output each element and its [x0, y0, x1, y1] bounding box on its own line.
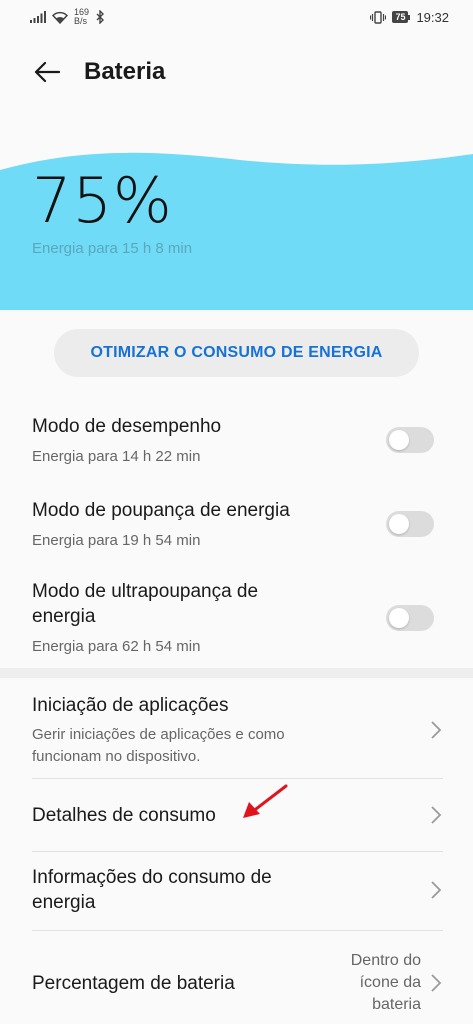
chevron-right-icon [431, 881, 442, 899]
performance-mode-row[interactable]: Modo de desempenho Energia para 14 h 22 … [0, 400, 473, 484]
page-title: Bateria [84, 58, 166, 85]
energy-consumption-info-title-line2: energia [32, 892, 96, 913]
energy-consumption-info-row[interactable]: Informações do consumo de energia [0, 852, 473, 930]
network-speed: 169 B/s [74, 8, 89, 26]
energy-consumption-info-title-line1: Informações do consumo de [32, 867, 272, 888]
ultra-power-saving-title-line1: Modo de ultrapoupança de [32, 581, 259, 602]
app-launch-subtitle: Gerir iniciações de aplicações e como fu… [32, 724, 285, 768]
ultra-power-saving-mode-subtitle: Energia para 62 h 54 min [32, 638, 201, 655]
battery-percentage-value-line2: ícone da [359, 974, 421, 991]
battery-percentage-row[interactable]: Percentagem de bateria Dentro do ícone d… [0, 931, 473, 1024]
status-bar-left: 169 B/s [30, 8, 105, 26]
bluetooth-icon [96, 10, 105, 24]
power-saving-mode-title: Modo de poupança de energia [32, 500, 290, 521]
network-speed-unit: B/s [74, 16, 88, 26]
chevron-right-icon [431, 974, 442, 992]
performance-mode-title: Modo de desempenho [32, 416, 222, 437]
power-saving-mode-row[interactable]: Modo de poupança de energia Energia para… [0, 484, 473, 568]
arrow-left-icon [34, 61, 60, 83]
ultra-power-saving-title-line2: energia [32, 606, 96, 627]
annotation-arrow-icon [243, 784, 288, 818]
battery-percentage-value-line1: Dentro do [350, 952, 421, 969]
optimize-consumption-button[interactable]: OTIMIZAR O CONSUMO DE ENERGIA [54, 329, 419, 377]
ultra-power-saving-mode-toggle[interactable] [386, 605, 434, 631]
battery-percentage-value: Dentro do ícone da bateria [351, 950, 421, 1016]
app-header: Bateria [0, 44, 473, 100]
consumption-details-title: Detalhes de consumo [32, 805, 216, 826]
energy-consumption-info-title: Informações do consumo de energia [32, 865, 272, 915]
clock: 19:32 [416, 9, 449, 25]
battery-hero: 75% Energia para 15 h 8 min [0, 150, 473, 310]
battery-level: 75 [392, 11, 409, 23]
ultra-power-saving-mode-row[interactable]: Modo de ultrapoupança de energia Energia… [0, 568, 473, 668]
status-bar-right: 75 19:32 [370, 10, 449, 25]
performance-mode-toggle[interactable] [386, 427, 434, 453]
chevron-right-icon [431, 806, 442, 824]
status-bar: 169 B/s 75 19:32 [0, 0, 473, 34]
app-launch-title: Iniciação de aplicações [32, 695, 229, 716]
section-divider [0, 668, 473, 678]
performance-mode-subtitle: Energia para 14 h 22 min [32, 448, 201, 465]
power-saving-mode-subtitle: Energia para 19 h 54 min [32, 532, 201, 549]
signal-icon [30, 11, 46, 23]
battery-remaining-time: Energia para 15 h 8 min [32, 240, 193, 257]
back-button[interactable] [22, 47, 72, 97]
power-saving-mode-toggle[interactable] [386, 511, 434, 537]
app-launch-subtitle-line1: Gerir iniciações de aplicações e como [32, 726, 285, 743]
chevron-right-icon [431, 721, 442, 739]
battery-percentage-value-line3: bateria [372, 996, 421, 1013]
battery-indicator: 75 [392, 11, 411, 23]
wifi-icon [52, 11, 68, 24]
app-launch-subtitle-line2: funcionam no dispositivo. [32, 748, 201, 765]
vibrate-icon [370, 10, 387, 24]
battery-percentage-title: Percentagem de bateria [32, 973, 235, 994]
app-launch-row[interactable]: Iniciação de aplicações Gerir iniciações… [0, 678, 473, 778]
battery-percent: 75% [32, 164, 173, 237]
consumption-details-row[interactable]: Detalhes de consumo [0, 779, 473, 851]
ultra-power-saving-mode-title: Modo de ultrapoupança de energia [32, 579, 258, 629]
